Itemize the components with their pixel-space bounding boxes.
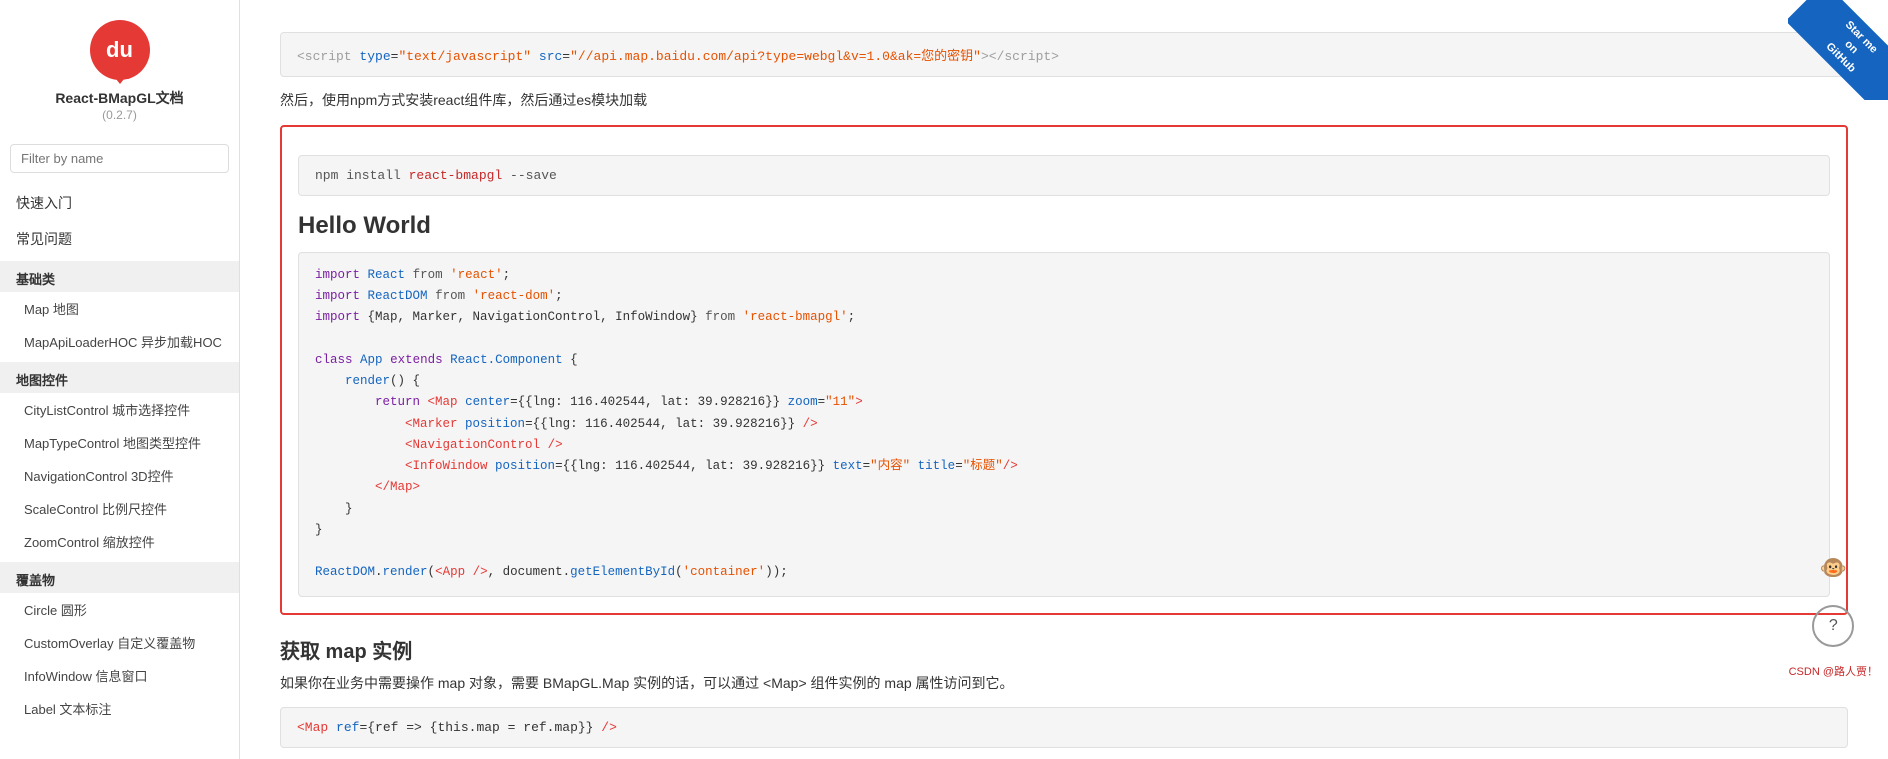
logo-area: du React-BMapGL文档 (0.2.7) xyxy=(0,0,239,132)
sidebar-item-maptypecontrol[interactable]: MapTypeControl 地图类型控件 xyxy=(0,426,239,459)
chat-icon: 🐵 xyxy=(1820,555,1847,581)
sidebar-item-faq[interactable]: 常见问题 xyxy=(0,221,239,257)
sidebar-item-navigationcontrol[interactable]: NavigationControl 3D控件 xyxy=(0,459,239,492)
sidebar-item-mapapiloaderhoc[interactable]: MapApiLoaderHOC 异步加载HOC xyxy=(0,325,239,358)
sidebar-item-circle[interactable]: Circle 圆形 xyxy=(0,593,239,626)
search-input[interactable] xyxy=(10,144,229,173)
sidebar-version: (0.2.7) xyxy=(102,108,137,122)
section-header-basics: 基础类 xyxy=(0,261,239,292)
logo: du xyxy=(90,20,150,80)
right-icons-panel: 🐵 ? CSDN @路人贾！ xyxy=(1789,547,1878,679)
section2-title: 获取 map 实例 xyxy=(280,635,1848,664)
sidebar-title: React-BMapGL文档 xyxy=(55,88,183,108)
star-ribbon[interactable]: Star meon GitHub xyxy=(1788,0,1888,100)
hello-world-section: npm install react-bmapgl --save Hello Wo… xyxy=(280,125,1848,615)
section-header-overlays: 覆盖物 xyxy=(0,562,239,593)
hello-world-title: Hello World xyxy=(298,212,1830,240)
npm-command-block: npm install react-bmapgl --save xyxy=(298,155,1830,196)
sidebar: du React-BMapGL文档 (0.2.7) 快速入门 常见问题 基础类 … xyxy=(0,0,240,759)
map-ref-block: <Map ref={ref => {this.map = ref.map}} /… xyxy=(280,707,1848,748)
sidebar-item-zoomcontrol[interactable]: ZoomControl 缩放控件 xyxy=(0,525,239,558)
sidebar-item-label[interactable]: Label 文本标注 xyxy=(0,692,239,725)
sidebar-item-scalecontrol[interactable]: ScaleControl 比例尺控件 xyxy=(0,492,239,525)
section-header-controls: 地图控件 xyxy=(0,362,239,393)
sidebar-item-infowindow[interactable]: InfoWindow 信息窗口 xyxy=(0,659,239,692)
hello-world-code: import React from 'react'; import ReactD… xyxy=(298,252,1830,597)
main-content: <script type="text/javascript" src="//ap… xyxy=(240,0,1888,759)
help-icon-button[interactable]: ? xyxy=(1812,605,1854,647)
install-note: 然后，使用npm方式安装react组件库，然后通过es模块加载 xyxy=(280,89,1848,113)
help-icon: ? xyxy=(1829,617,1838,635)
script-tag-block: <script type="text/javascript" src="//ap… xyxy=(280,32,1848,77)
sidebar-item-map[interactable]: Map 地图 xyxy=(0,292,239,325)
csdn-label: CSDN @路人贾！ xyxy=(1789,663,1878,679)
sidebar-item-citylistcontrol[interactable]: CityListControl 城市选择控件 xyxy=(0,393,239,426)
sidebar-item-quickstart[interactable]: 快速入门 xyxy=(0,185,239,221)
star-ribbon-text: Star meon GitHub xyxy=(1788,0,1888,100)
chat-icon-button[interactable]: 🐵 xyxy=(1812,547,1854,589)
section2-text: 如果你在业务中需要操作 map 对象，需要 BMapGL.Map 实例的话，可以… xyxy=(280,672,1848,696)
sidebar-item-customoverlay[interactable]: CustomOverlay 自定义覆盖物 xyxy=(0,626,239,659)
